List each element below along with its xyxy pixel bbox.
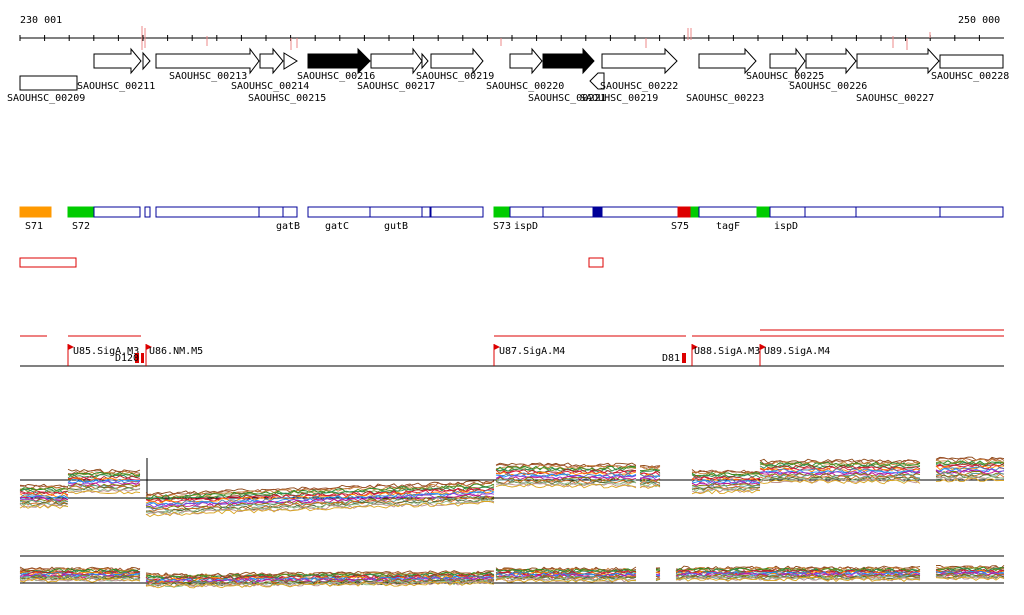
promoter-label: U86.NM.M5 [149,346,203,357]
promoter-track: U85.SigA.M3 D120 U86.NM.M5 U87.SigA.M4 D… [20,330,1004,366]
expression-track-upper [20,457,1004,516]
gene-arrow-00225[interactable] [770,49,805,73]
promoter-u88[interactable]: U88.SigA.M3 [692,344,760,366]
terminator-d120[interactable]: D120 [115,353,144,364]
gene-arrow-small-a[interactable] [143,53,150,69]
red-feature-box[interactable] [589,258,603,267]
promoter-label: U87.SigA.M4 [499,346,565,357]
segment-label: gutB [384,221,408,232]
gene-label: SAOUHSC_00214 [231,81,309,92]
gene-arrow-00217[interactable] [371,49,422,73]
gene-box-00228[interactable] [940,55,1003,68]
segment-label: gatC [325,221,349,232]
segment-block[interactable] [805,207,856,217]
gene-label: SAOUHSC_00219 [416,71,494,82]
terminator-d81[interactable]: D81 [662,353,686,364]
gene-arrow-00223[interactable] [699,49,756,73]
segment-s71[interactable] [20,207,51,217]
gene-arrow-00220[interactable] [510,49,542,73]
gene-box-00209[interactable] [20,76,77,90]
segment-s72[interactable] [68,207,94,217]
promoter-u86[interactable]: U86.NM.M5 [146,344,203,366]
coordinate-axis: 230 001 250 000 [20,15,1004,50]
segment-block[interactable] [259,207,283,217]
red-feature-box[interactable] [20,258,76,267]
promoter-label: U89.SigA.M4 [764,346,830,357]
segment-label: gatB [276,221,300,232]
segment-label: ispD [514,221,538,232]
terminator-label: D81 [662,353,680,364]
segment-block[interactable] [602,207,678,217]
promoter-u87[interactable]: U87.SigA.M4 [494,344,565,366]
terminator-mark [141,353,144,363]
segment-block-dark[interactable] [593,207,602,217]
expression-profiles-upper [20,457,1004,516]
gene-label: SAOUHSC_00228 [931,71,1009,82]
expression-profiles-lower [20,565,1004,588]
gene-label: SAOUHSC_00215 [248,93,326,104]
gene-label: SAOUHSC_00222 [600,81,678,92]
segment-label: S71 [25,221,43,232]
segment-label: tagF [716,221,740,232]
promoter-label: U88.SigA.M3 [694,346,760,357]
promoter-u89[interactable]: U89.SigA.M4 [760,344,830,366]
segment-label: S73 [493,221,511,232]
gene-arrow-00215[interactable] [284,53,297,69]
genome-browser-view: 230 001 250 000 SAOUHSC_00209 SAOUHSC_00… [0,0,1024,611]
gene-arrow-00227[interactable] [857,49,939,73]
segment-gutb[interactable] [370,207,422,217]
gene-label: SAOUHSC_00211 [77,81,155,92]
terminator-mark [682,353,686,363]
gene-label: SAOUHSC_00226 [789,81,867,92]
genome-track-canvas: 230 001 250 000 SAOUHSC_00209 SAOUHSC_00… [0,0,1024,611]
segment-green[interactable] [691,207,699,217]
gene-label: SAOUHSC_00227 [856,93,934,104]
gene-arrow-00226[interactable] [806,49,856,73]
gene-arrow-00222[interactable] [602,49,677,73]
expression-track-lower [20,556,1004,588]
segment-s75[interactable] [678,207,690,217]
expression-line [68,489,140,493]
segment-gatb[interactable] [283,207,297,217]
gene-arrow-00216[interactable] [308,49,370,73]
segment-ispd[interactable] [510,207,543,217]
segment-block[interactable] [156,207,259,217]
segment-label: S72 [72,221,90,232]
segment-block[interactable] [856,207,940,217]
feature-box-track [20,258,603,267]
gene-arrow-00219[interactable] [431,49,483,73]
segment-block[interactable] [543,207,593,217]
segment-block[interactable] [940,207,1003,217]
gene-label: SAOUHSC_00209 [7,93,85,104]
segment-block[interactable] [145,207,150,217]
segment-block[interactable] [422,207,430,217]
segment-label: ispD [774,221,798,232]
gene-label: SAOUHSC_00220 [486,81,564,92]
axis-start-label: 230 001 [20,15,62,26]
gene-label: SAOUHSC_00217 [357,81,435,92]
segment-ispd-2[interactable] [770,207,805,217]
gene-arrow-00221[interactable] [543,49,594,73]
terminator-label: D120 [115,353,139,364]
gene-arrow-00214[interactable] [260,49,283,73]
gene-label: SAOUHSC_00219 [580,93,658,104]
gene-arrow-00213[interactable] [156,49,259,73]
segment-gatc[interactable] [308,207,370,217]
gene-arrow-00211[interactable] [94,49,141,73]
segment-tagf[interactable] [699,207,757,217]
gene-label: SAOUHSC_00223 [686,93,764,104]
segment-block[interactable] [94,207,140,217]
gene-arrow-small-b[interactable] [422,54,428,68]
segment-label: S75 [671,221,689,232]
segment-s73[interactable] [494,207,510,217]
gene-track: SAOUHSC_00209 SAOUHSC_00211 SAOUHSC_0021… [7,49,1009,104]
segment-green[interactable] [757,207,770,217]
axis-end-label: 250 000 [958,15,1000,26]
segment-block[interactable] [431,207,483,217]
segment-track: S71 S72 gatB gatC gutB S73 ispD S75 tagF… [20,207,1003,232]
